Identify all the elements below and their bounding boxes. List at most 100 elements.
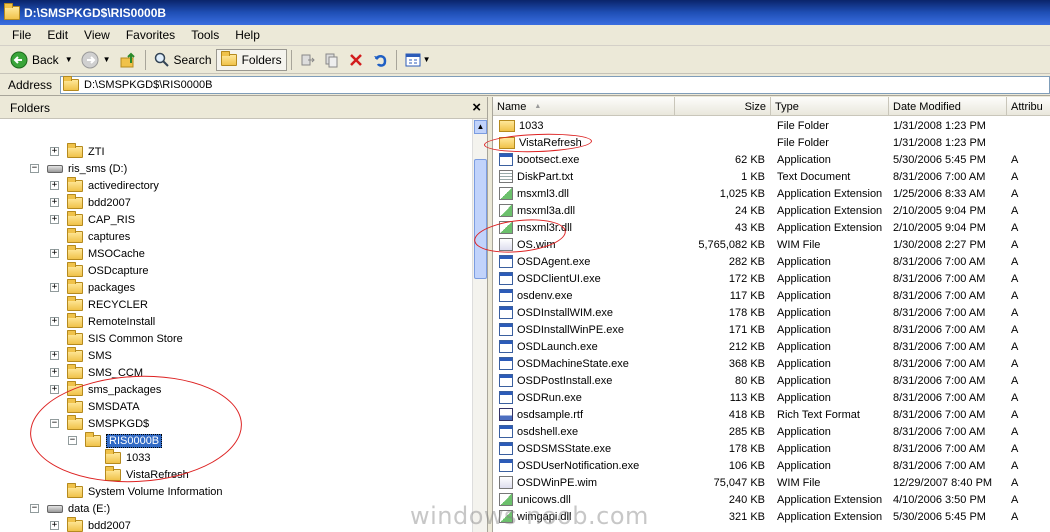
views-button[interactable]: ▼ [401,49,435,71]
tree-item[interactable]: − data (E:) [30,500,110,517]
tree-item[interactable]: − SMSPKGD$ [50,414,149,432]
tree-item[interactable]: SIS Common Store [50,329,183,347]
chevron-down-icon[interactable]: ▼ [423,55,431,64]
file-date-modified: 8/31/2006 7:00 AM [893,391,986,404]
file-row[interactable]: OSDRun.exe 113 KB Application 8/31/2006 7:0… [493,389,1050,406]
expand-icon[interactable]: + [50,181,59,190]
delete-button[interactable] [344,49,368,71]
tree-item[interactable]: + sms_packages [50,380,161,398]
tree-item[interactable]: captures [50,227,130,245]
expand-icon[interactable]: + [50,521,59,530]
expand-icon[interactable]: + [50,283,59,292]
file-size: 171 KB [728,323,765,336]
chevron-down-icon[interactable]: ▼ [65,55,73,64]
folders-button[interactable]: Folders [215,48,287,71]
file-row[interactable]: OSDWinPE.wim 75,047 KB WIM File 12/29/2007 … [493,474,1050,491]
up-folder-button[interactable] [115,49,141,71]
menu-tools[interactable]: Tools [183,28,227,42]
tree-item[interactable]: 1033 [88,448,150,466]
folder-icon [67,482,83,498]
tree-item[interactable]: + RemoteInstall [50,312,155,330]
file-row[interactable]: OSDMachineState.exe 368 KB Application 8/31… [493,355,1050,372]
file-row[interactable]: bootsect.exe 62 KB Application 5/30/2006 5:… [493,151,1050,168]
folders-label: Folders [241,52,282,67]
file-size: 43 KB [735,221,765,234]
tree-item[interactable]: + bdd2007 [50,516,131,532]
collapse-icon[interactable]: − [30,504,39,513]
menu-help[interactable]: Help [227,28,268,42]
tree-item[interactable]: + packages [50,278,135,296]
expand-icon[interactable]: + [50,351,59,360]
file-row[interactable]: osdenv.exe 117 KB Application 8/31/2006 7:0… [493,287,1050,304]
forward-button[interactable]: ▼ [77,49,115,71]
tree-item[interactable]: − RIS0000B [68,431,163,449]
menu-edit[interactable]: Edit [39,28,76,42]
file-row[interactable]: OSDPostInstall.exe 80 KB Application 8/31/2… [493,372,1050,389]
tree-item[interactable]: + ZTI [50,142,105,160]
menu-favorites[interactable]: Favorites [118,28,183,42]
expand-icon[interactable]: + [50,385,59,394]
chevron-down-icon[interactable]: ▼ [103,55,111,64]
tree-item[interactable]: + SMS_CCM [50,363,143,381]
close-icon[interactable]: × [472,99,481,116]
file-row[interactable]: OSDLaunch.exe 212 KB Application 8/31/2006 … [493,338,1050,355]
expand-icon[interactable]: + [50,249,59,258]
tree-item[interactable]: SMSDATA [50,397,140,415]
file-row[interactable]: OSDInstallWinPE.exe 171 KB Application 8/31… [493,321,1050,338]
tree-item[interactable]: RECYCLER [50,295,148,313]
file-name: osdsample.rtf [517,408,584,421]
move-to-button[interactable] [296,49,320,71]
column-date-modified[interactable]: Date Modified [889,97,1007,116]
collapse-icon[interactable]: − [50,419,59,428]
file-row[interactable]: msxml3r.dll 43 KB Application Extension 2/1… [493,219,1050,236]
file-row[interactable]: msxml3a.dll 24 KB Application Extension 2/1… [493,202,1050,219]
tree-item[interactable]: VistaRefresh [88,465,189,483]
expand-icon[interactable]: + [50,215,59,224]
file-row[interactable]: VistaRefresh File Folder 1/31/2008 1:23 PM [493,134,1050,151]
folders-scrollbar[interactable]: ▲ [472,119,487,532]
column-type[interactable]: Type [771,97,889,116]
file-size: 178 KB [728,306,765,319]
file-row[interactable]: OSDSMSState.exe 178 KB Application 8/31/200… [493,440,1050,457]
file-row[interactable]: osdsample.rtf 418 KB Rich Text Format 8/31/… [493,406,1050,423]
address-input[interactable]: D:\SMSPKGD$\RIS0000B [60,75,1050,94]
column-name[interactable]: Name ▲ [493,97,675,116]
search-button[interactable]: Search [150,49,216,71]
tree-item[interactable]: + SMS [50,346,112,364]
file-date-modified: 8/31/2006 7:00 AM [893,357,986,370]
tree-item[interactable]: OSDcapture [50,261,149,279]
scroll-up-arrow-icon[interactable]: ▲ [474,120,487,134]
back-button[interactable]: Back ▼ [6,49,77,71]
column-headers: Name ▲ Size Type Date Modified Attribu [493,97,1050,116]
file-row[interactable]: OSDAgent.exe 282 KB Application 8/31/2006 7… [493,253,1050,270]
tree-item[interactable]: + MSOCache [50,244,145,262]
column-attributes[interactable]: Attribu [1007,97,1050,116]
file-row[interactable]: 1033 File Folder 1/31/2008 1:23 PM [493,117,1050,134]
expand-icon[interactable]: + [50,368,59,377]
copy-to-button[interactable] [320,49,344,71]
file-row[interactable]: osdshell.exe 285 KB Application 8/31/2006 7… [493,423,1050,440]
expand-icon[interactable]: + [50,147,59,156]
scrollbar-thumb[interactable] [474,159,487,279]
undo-button[interactable] [368,49,392,71]
file-row[interactable]: OSDUserNotification.exe 106 KB Application… [493,457,1050,474]
expand-icon[interactable]: + [50,198,59,207]
file-app-icon [499,374,513,387]
tree-item[interactable]: + CAP_RIS [50,210,135,228]
file-size: 1,025 KB [719,187,765,200]
file-row[interactable]: DiskPart.txt 1 KB Text Document 8/31/2006 7… [493,168,1050,185]
tree-item[interactable]: − ris_sms (D:) [30,160,127,177]
column-size[interactable]: Size [675,97,771,116]
file-row[interactable]: msxml3.dll 1,025 KB Application Extension 1… [493,185,1050,202]
collapse-icon[interactable]: − [30,164,39,173]
file-row[interactable]: OSDClientUI.exe 172 KB Application 8/31/200… [493,270,1050,287]
file-row[interactable]: OSDInstallWIM.exe 178 KB Application 8/31/2… [493,304,1050,321]
tree-item[interactable]: + bdd2007 [50,193,131,211]
collapse-icon[interactable]: − [68,436,77,445]
tree-item[interactable]: + activedirectory [50,176,159,194]
tree-item[interactable]: System Volume Information [50,482,223,500]
expand-icon[interactable]: + [50,317,59,326]
menu-file[interactable]: File [4,28,39,42]
file-row[interactable]: OS.wim 5,765,082 KB WIM File 1/30/2008 2:27… [493,236,1050,253]
menu-view[interactable]: View [76,28,118,42]
